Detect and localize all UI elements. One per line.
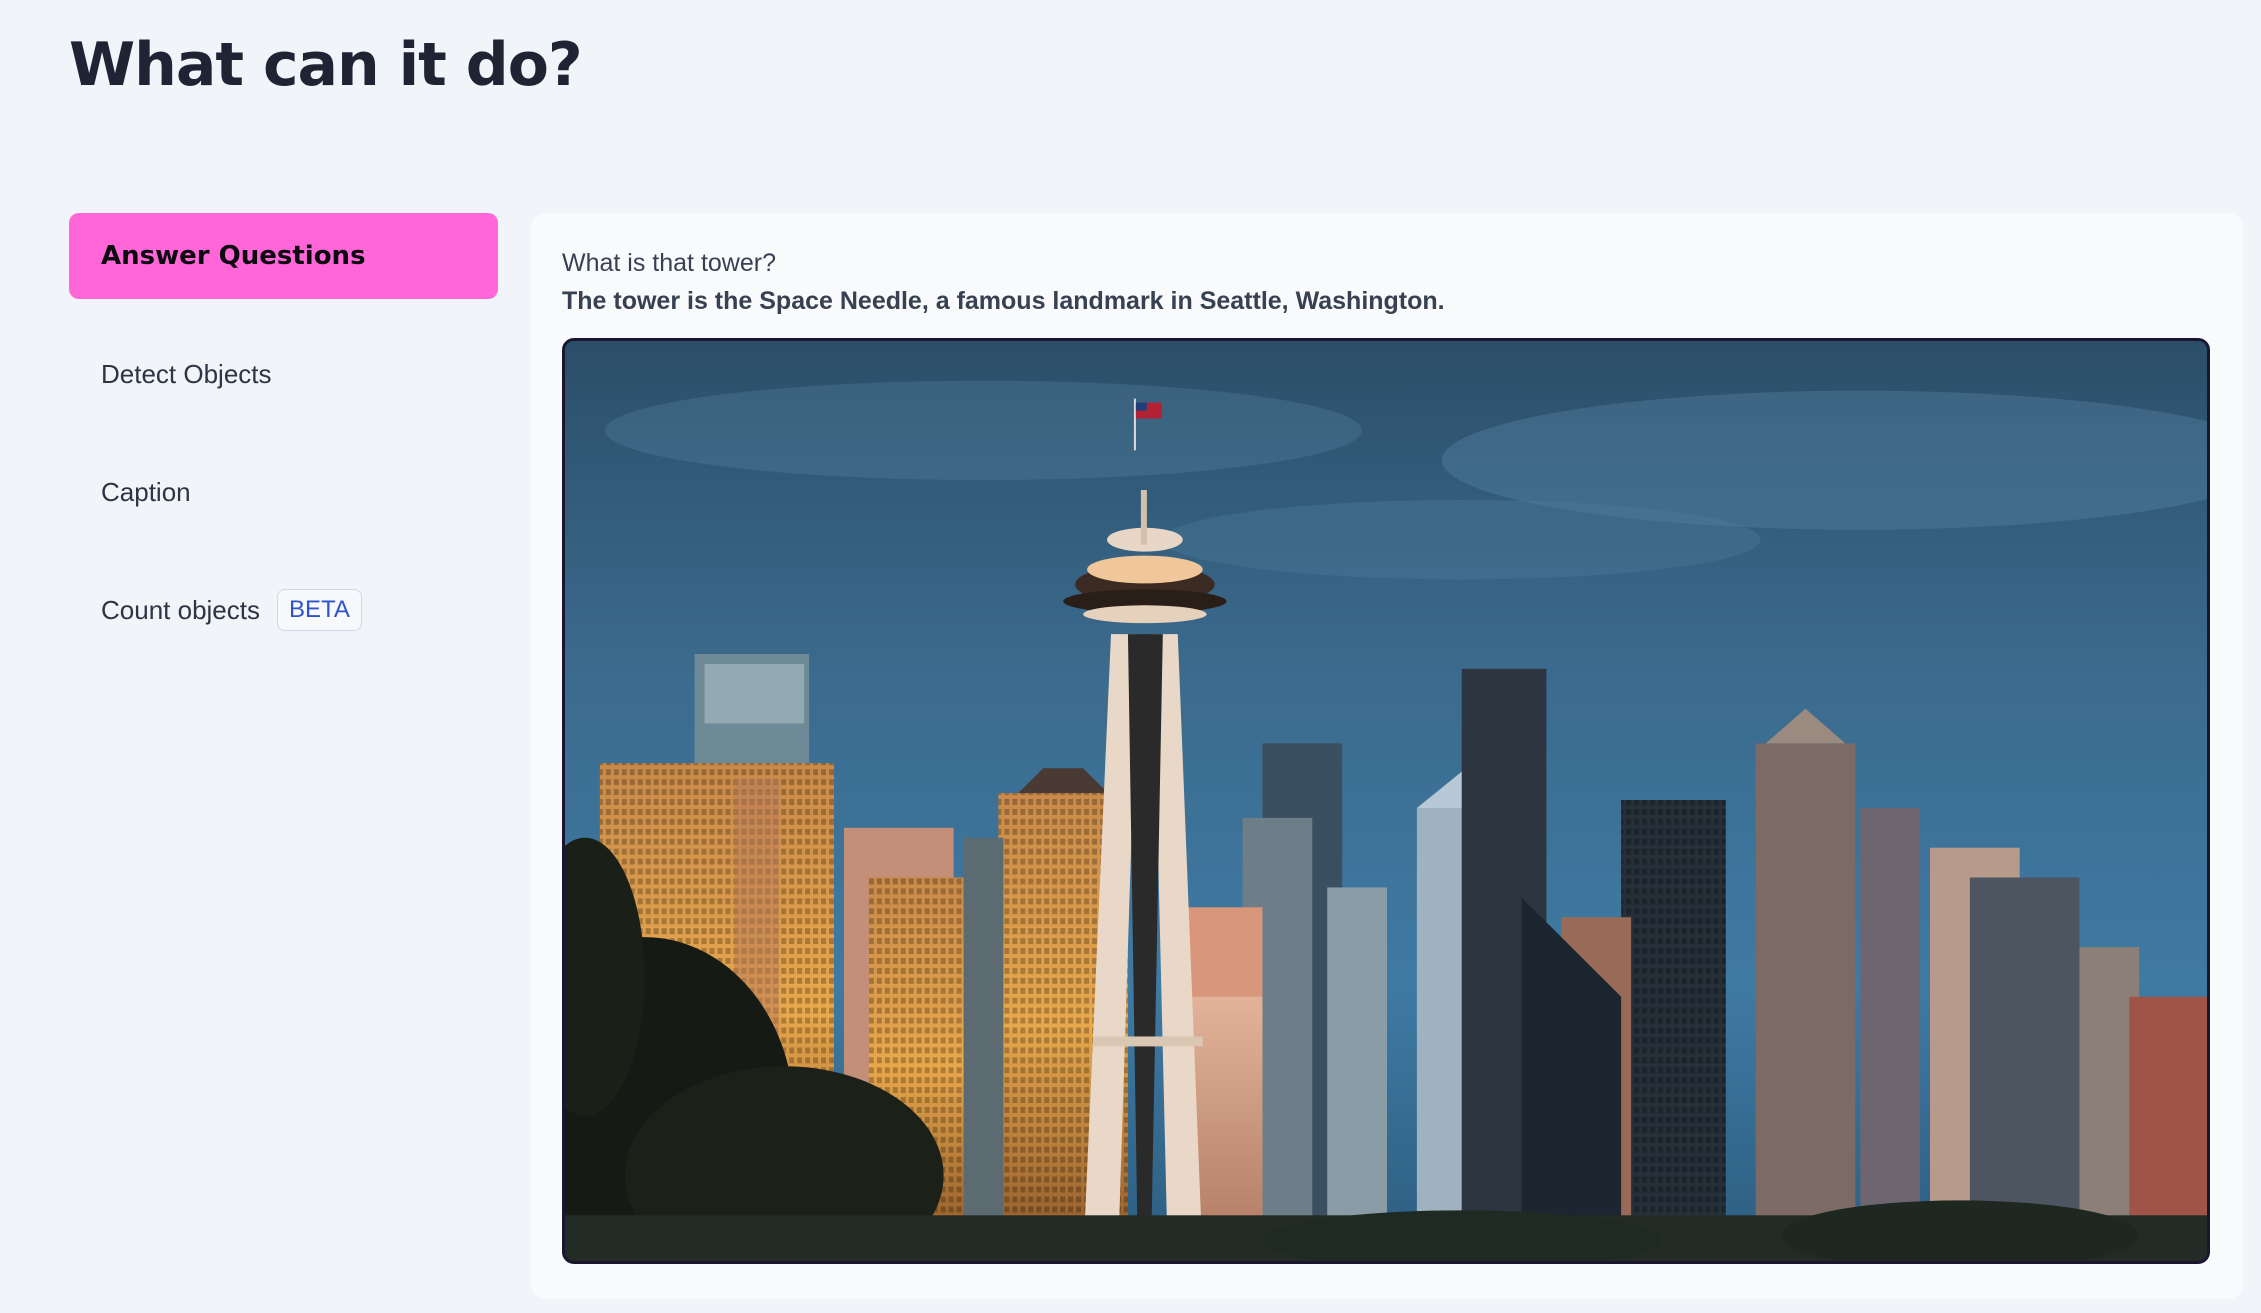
skyline-illustration [565, 341, 2207, 1261]
seattle-skyline-image [562, 338, 2210, 1264]
tab-caption[interactable]: Caption [69, 449, 498, 535]
sidebar-nav: Answer Questions Detect Objects Caption … [69, 213, 498, 685]
tab-count-objects[interactable]: Count objects BETA [69, 567, 498, 653]
page-title: What can it do? [69, 30, 583, 100]
tab-label: Detect Objects [101, 358, 272, 389]
tab-label: Count objects [101, 594, 260, 625]
tab-answer-questions[interactable]: Answer Questions [69, 213, 498, 299]
question-text: What is that tower? [562, 249, 776, 277]
tab-label: Caption [101, 476, 191, 507]
tab-detect-objects[interactable]: Detect Objects [69, 331, 498, 417]
tab-label: Answer Questions [101, 241, 366, 271]
beta-badge: BETA [276, 589, 362, 631]
demo-panel: What is that tower? The tower is the Spa… [531, 213, 2243, 1299]
answer-text: The tower is the Space Needle, a famous … [562, 287, 1445, 315]
